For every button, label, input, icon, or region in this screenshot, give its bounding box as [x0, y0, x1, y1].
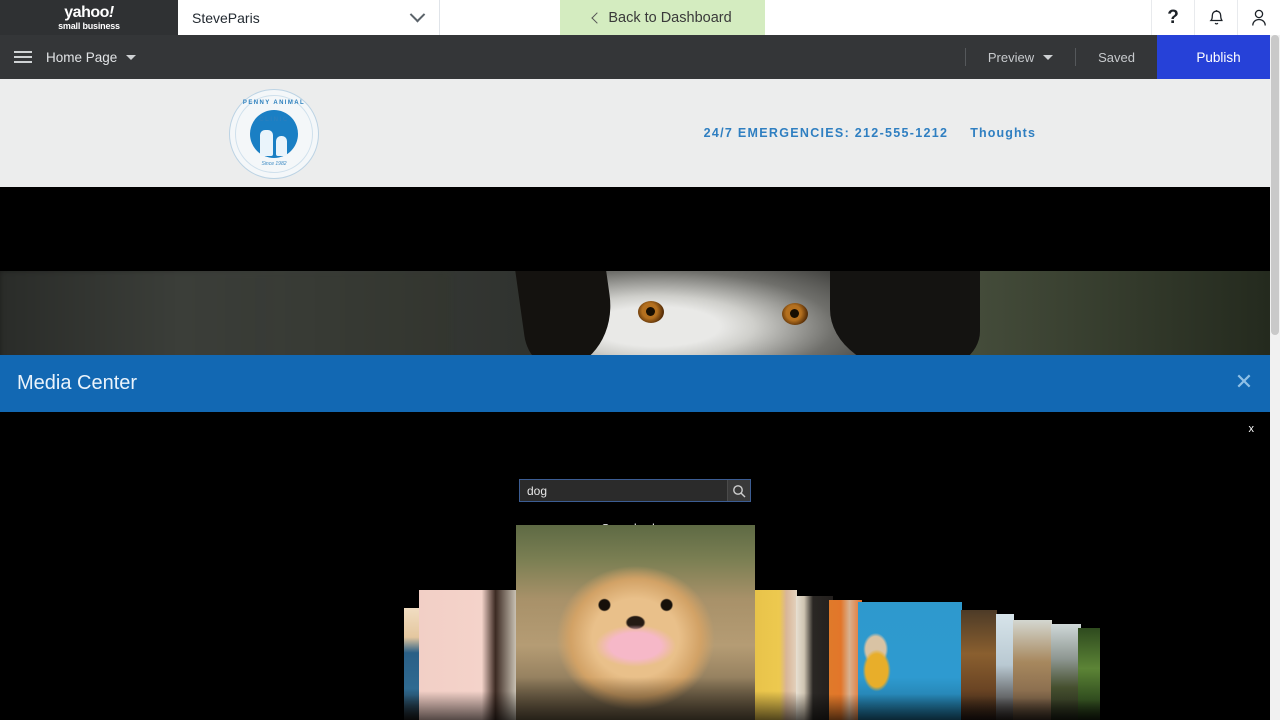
slide-shadow — [1051, 698, 1081, 720]
clinic-logo[interactable]: PENNY ANIMAL CLINIC Since 1982 — [229, 89, 319, 179]
yahoo-small-business-logo[interactable]: yahoo! small business — [0, 0, 178, 35]
media-center-title: Media Center — [17, 372, 138, 394]
close-x-icon[interactable]: ✕ — [1233, 371, 1255, 394]
app-root: yahoo! small business SteveParis Back to… — [0, 0, 1280, 720]
hero-top-band — [0, 187, 1270, 271]
list-item[interactable] — [796, 596, 833, 720]
search-icon[interactable] — [727, 480, 750, 501]
dog-eye-right — [782, 303, 808, 325]
help-icon[interactable]: ? — [1151, 0, 1194, 35]
editor-toolbar: Home Page Preview Saved Publish — [0, 35, 1280, 79]
list-item[interactable] — [1051, 624, 1081, 720]
list-item[interactable] — [755, 590, 797, 720]
media-search-group — [519, 479, 751, 502]
brand-tagline: small business — [58, 20, 120, 31]
list-item[interactable] — [996, 614, 1014, 720]
publish-label: Publish — [1196, 49, 1241, 65]
back-to-dashboard-label: Back to Dashboard — [608, 9, 732, 26]
clinic-logo-arc-text: PENNY ANIMAL — [242, 100, 306, 106]
preview-button[interactable]: Preview — [966, 50, 1075, 65]
list-item[interactable] — [858, 602, 962, 720]
list-item[interactable] — [1013, 620, 1052, 720]
dog-eye-left — [638, 301, 664, 323]
chevron-down-icon — [126, 54, 137, 60]
hamburger-menu-icon[interactable] — [0, 51, 46, 63]
slide-shadow — [755, 691, 797, 720]
list-item[interactable] — [419, 590, 517, 720]
topbar-middle: Back to Dashboard — [440, 0, 1151, 35]
scrollbar-thumb[interactable] — [1271, 35, 1279, 335]
user-avatar-icon[interactable] — [1237, 0, 1280, 35]
yahoo-topbar: yahoo! small business SteveParis Back to… — [0, 0, 1280, 35]
search-input[interactable] — [520, 480, 727, 501]
clinic-logo-inner: PENNY ANIMAL CLINIC Since 1982 — [235, 95, 313, 173]
topbar-icon-group: ? — [1151, 0, 1280, 35]
nav-emergency-phone[interactable]: 24/7 EMERGENCIES: 212-555-1212 — [704, 126, 949, 140]
site-selector-dropdown[interactable]: SteveParis — [178, 0, 440, 35]
media-center-header: Media Center ✕ — [0, 355, 1270, 412]
slide-shadow — [858, 694, 962, 720]
nav-thoughts[interactable]: Thoughts — [970, 126, 1036, 140]
chevron-left-icon — [591, 11, 603, 24]
media-center-body: x Search: dog — [0, 412, 1270, 720]
media-search-row — [0, 479, 1270, 502]
chevron-down-icon — [409, 6, 426, 23]
page-selector[interactable]: Home Page — [46, 49, 137, 65]
slide-shadow — [419, 691, 517, 720]
site-header: PENNY ANIMAL CLINIC Since 1982 24/7 EMER… — [0, 79, 1270, 187]
back-to-dashboard-button[interactable]: Back to Dashboard — [560, 0, 765, 35]
site-hero-banner[interactable]: A PLACE FOR A SUBTITLE — [0, 187, 1270, 377]
publish-button[interactable]: Publish — [1157, 35, 1280, 79]
media-carousel[interactable]: Marliese Streefland — [0, 525, 1270, 720]
save-status: Saved — [1076, 50, 1157, 65]
slide-shadow — [516, 677, 755, 720]
selected-media-item[interactable] — [516, 525, 755, 720]
slide-shadow — [1078, 699, 1100, 720]
slide-shadow — [1013, 698, 1052, 720]
list-item[interactable] — [961, 610, 997, 720]
bell-icon[interactable] — [1194, 0, 1237, 35]
brand-name: yahoo — [64, 3, 109, 21]
save-status-label: Saved — [1098, 49, 1135, 65]
media-center-modal: Media Center ✕ x Search: dog — [0, 355, 1270, 720]
secondary-close-x[interactable]: x — [1249, 423, 1255, 435]
clinic-logo-since-text: Since 1982 — [261, 161, 287, 167]
site-selector-value: SteveParis — [192, 9, 260, 26]
slide-shadow — [996, 696, 1014, 720]
clinic-logo-center-text: CLINIC — [259, 117, 289, 123]
list-item[interactable] — [1078, 628, 1100, 720]
slide-shadow — [796, 692, 833, 720]
page-scrollbar[interactable] — [1270, 35, 1280, 720]
page-selector-label: Home Page — [46, 49, 118, 65]
site-navigation: 24/7 EMERGENCIES: 212-555-1212 Thoughts — [704, 126, 1036, 140]
slide-shadow — [961, 695, 997, 720]
chevron-down-icon — [1043, 54, 1054, 60]
preview-label: Preview — [987, 49, 1035, 65]
